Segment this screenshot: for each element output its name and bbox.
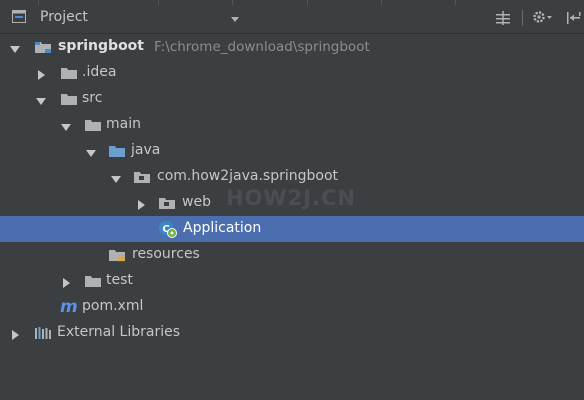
header-divider xyxy=(232,0,233,5)
tree-item-idea[interactable]: .idea xyxy=(0,60,584,86)
expand-arrow-icon[interactable] xyxy=(36,94,46,105)
project-path: F:\chrome_download\springboot xyxy=(154,39,370,55)
tree-item-test[interactable]: test xyxy=(0,268,584,294)
tree-item-resources[interactable]: resources xyxy=(0,242,584,268)
tree-item-label: pom.xml xyxy=(82,298,144,314)
tree-item-label: .idea xyxy=(82,64,117,80)
package-icon xyxy=(133,169,151,185)
gear-icon[interactable] xyxy=(532,9,554,25)
tree-item-label: java xyxy=(131,142,161,158)
tree-item-label: src xyxy=(82,90,103,106)
tree-item-label: resources xyxy=(132,246,200,262)
libraries-icon xyxy=(34,325,52,341)
folder-icon xyxy=(60,91,78,107)
header-divider xyxy=(307,0,308,5)
collapse-arrow-icon[interactable] xyxy=(10,328,20,340)
header-divider xyxy=(158,0,159,5)
header-divider xyxy=(38,0,39,5)
tree-item-label: web xyxy=(182,194,211,210)
tree-item-pom[interactable]: m pom.xml xyxy=(0,294,584,320)
tree-item-label: main xyxy=(106,116,141,132)
tree-item-main[interactable]: main xyxy=(0,112,584,138)
header-divider xyxy=(381,0,382,5)
svg-text:m: m xyxy=(60,297,78,315)
collapse-arrow-icon[interactable] xyxy=(36,68,46,80)
tree-item-label: test xyxy=(106,272,133,288)
expand-arrow-icon[interactable] xyxy=(111,172,121,183)
project-panel-header: Project xyxy=(0,0,584,34)
expand-arrow-icon[interactable] xyxy=(61,120,71,131)
module-folder-icon xyxy=(34,39,52,55)
spring-boot-class-icon: C xyxy=(158,220,178,238)
tree-item-external-libraries[interactable]: External Libraries xyxy=(0,320,584,346)
folder-icon xyxy=(84,273,102,289)
folder-icon xyxy=(60,65,78,81)
project-view-icon xyxy=(12,10,26,23)
panel-title[interactable]: Project xyxy=(40,9,88,25)
tree-item-label: springboot xyxy=(58,38,144,54)
hide-panel-icon[interactable] xyxy=(566,10,582,26)
watermark: HOW2J.CN xyxy=(226,186,356,210)
package-icon xyxy=(158,195,176,211)
collapse-arrow-icon[interactable] xyxy=(61,276,71,288)
source-root-folder-icon xyxy=(108,143,126,159)
chevron-down-icon[interactable] xyxy=(230,12,240,22)
tree-item-application[interactable]: C Application xyxy=(0,216,584,242)
tree-item-java[interactable]: java xyxy=(0,138,584,164)
expand-arrow-icon[interactable] xyxy=(86,146,96,157)
toolbar-divider xyxy=(522,10,523,26)
tree-item-label: com.how2java.springboot xyxy=(157,168,339,184)
expand-arrow-icon[interactable] xyxy=(10,42,20,53)
header-divider xyxy=(455,0,456,5)
resources-folder-icon xyxy=(108,247,126,263)
tree-item-springboot[interactable]: springboot F:\chrome_download\springboot xyxy=(0,34,584,60)
maven-icon: m xyxy=(60,297,80,317)
folder-icon xyxy=(84,117,102,133)
collapse-all-icon[interactable] xyxy=(496,11,510,25)
tree-item-label: External Libraries xyxy=(57,324,180,340)
tree-item-label: Application xyxy=(183,220,262,236)
tree-item-src[interactable]: src xyxy=(0,86,584,112)
collapse-arrow-icon[interactable] xyxy=(136,198,146,210)
